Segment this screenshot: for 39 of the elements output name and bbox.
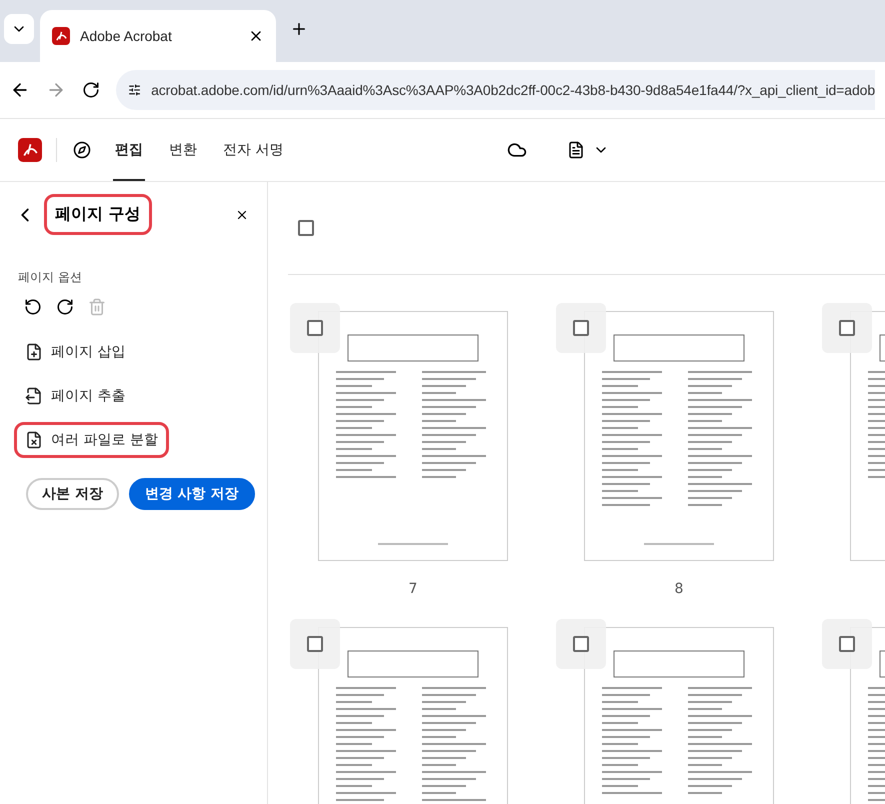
browser-tab[interactable]: Adobe Acrobat: [40, 10, 276, 62]
acrobat-logo-icon: [52, 27, 70, 45]
page-checkbox[interactable]: [839, 320, 855, 336]
file-plus-icon: [25, 343, 43, 361]
tool-item[interactable]: 여러 파일로 분할: [14, 422, 169, 458]
compass-icon[interactable]: [73, 141, 91, 159]
page-checkbox[interactable]: [573, 636, 589, 652]
panel-title: 페이지 구성: [44, 194, 152, 235]
toolbar-tab[interactable]: 편집: [113, 119, 145, 181]
new-tab-icon[interactable]: [290, 20, 308, 38]
tool-item[interactable]: 페이지 추출: [14, 378, 136, 414]
select-all-checkbox[interactable]: [298, 220, 314, 236]
tool-item[interactable]: 페이지 삽입: [14, 334, 136, 370]
page-checkbox[interactable]: [839, 636, 855, 652]
page-number: 7: [408, 581, 418, 597]
tab-title: Adobe Acrobat: [80, 28, 173, 44]
page-thumbnail[interactable]: [318, 311, 508, 561]
page-checkbox[interactable]: [573, 320, 589, 336]
toolbar-tab[interactable]: 전자 서명: [221, 119, 286, 181]
save-changes-button[interactable]: 변경 사항 저장: [128, 478, 255, 510]
page-thumbnail[interactable]: [584, 627, 774, 804]
rotate-left-icon[interactable]: [24, 298, 42, 316]
toolbar-tab[interactable]: 변환: [167, 119, 199, 181]
page-checkbox[interactable]: [307, 636, 323, 652]
save-copy-button[interactable]: 사본 저장: [26, 478, 119, 510]
document-icon[interactable]: [567, 141, 585, 159]
page-thumbnail[interactable]: [584, 311, 774, 561]
page-thumbnail[interactable]: [318, 627, 508, 804]
page-checkbox[interactable]: [307, 320, 323, 336]
file-x-icon: [25, 431, 43, 449]
rotate-right-icon[interactable]: [56, 298, 74, 316]
section-label: 페이지 옵션: [18, 269, 83, 286]
address-field[interactable]: acrobat.adobe.com/id/urn%3Aaaid%3Asc%3AAP%3A0b2dc2ff-00c2-43b8-b430-9d8a54e1fa44/?x_api_client_id=adob: [116, 70, 875, 110]
reload-icon[interactable]: [82, 81, 100, 99]
file-arrow-icon: [25, 387, 43, 405]
page-number: 8: [674, 581, 684, 597]
site-settings-icon[interactable]: [128, 82, 142, 98]
acrobat-logo-icon[interactable]: [18, 138, 42, 162]
tab-list-button[interactable]: [4, 14, 34, 44]
